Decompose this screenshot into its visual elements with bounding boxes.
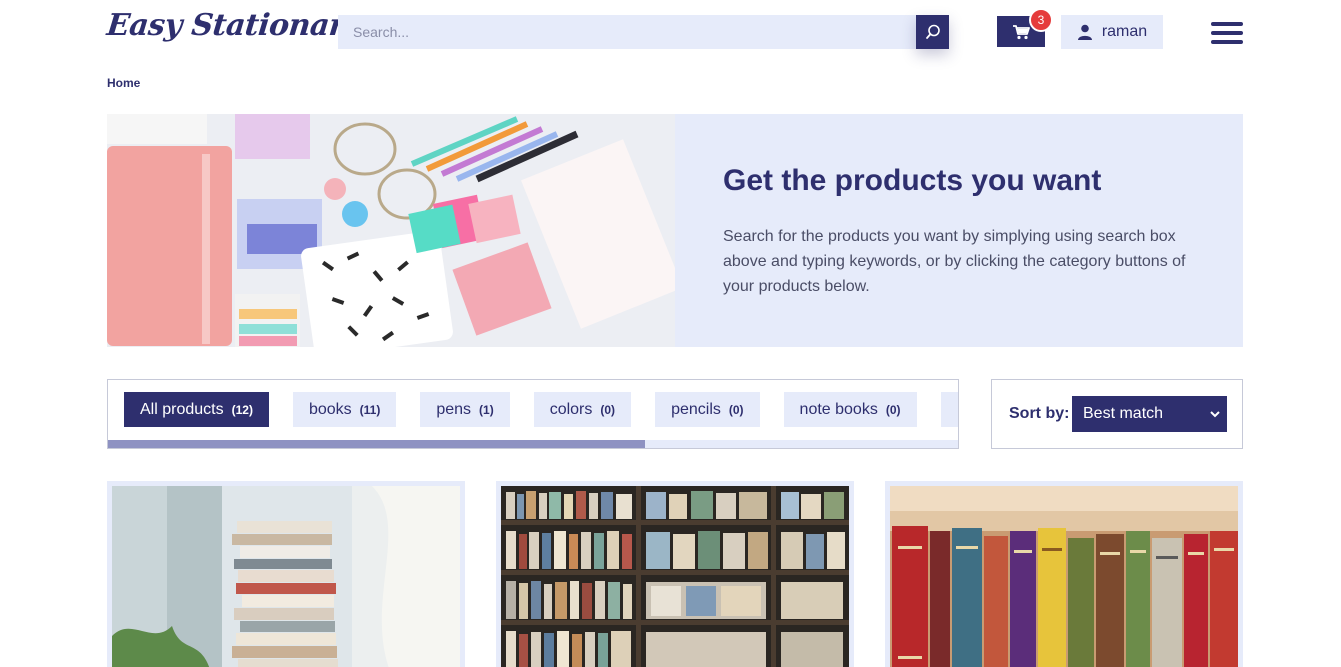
- category-count: (0): [600, 402, 616, 417]
- product-card[interactable]: [885, 481, 1243, 667]
- sort-select[interactable]: Best match: [1072, 396, 1227, 432]
- category-list: All products (12) books (11) pens (1) co…: [124, 392, 958, 427]
- category-all-products[interactable]: All products (12): [124, 392, 269, 427]
- user-account-button[interactable]: raman: [1061, 15, 1163, 49]
- category-filter-bar: All products (12) books (11) pens (1) co…: [107, 379, 959, 449]
- category-pencils[interactable]: pencils (0): [655, 392, 760, 427]
- hero-stationery-image: [107, 114, 675, 347]
- sort-panel: Sort by: Best match: [991, 379, 1243, 449]
- category-label: pencils: [671, 400, 721, 418]
- category-count: (12): [231, 402, 253, 417]
- category-count: (1): [479, 402, 494, 417]
- breadcrumb-home[interactable]: Home: [107, 76, 140, 90]
- sort-label: Sort by:: [1009, 405, 1070, 422]
- category-count: (0): [728, 402, 744, 417]
- category-more[interactable]: [940, 392, 958, 427]
- category-count: (11): [359, 402, 381, 417]
- search-button[interactable]: [916, 15, 949, 49]
- search-input[interactable]: [338, 15, 916, 49]
- search-bar: [338, 15, 949, 49]
- product-image-bookstore-shelves: [501, 486, 849, 667]
- category-count: (0): [885, 402, 901, 417]
- hero-description: Search for the products you want by simp…: [723, 228, 1186, 295]
- brand-logo[interactable]: Easy Stationary: [105, 8, 363, 43]
- product-image-colorful-book-spines: [890, 486, 1238, 667]
- category-label: colors: [549, 400, 593, 418]
- category-note-books[interactable]: note books (0): [783, 392, 917, 427]
- category-colors[interactable]: colors (0): [533, 392, 632, 427]
- sort-selected-value: Best match: [1083, 405, 1164, 422]
- category-books[interactable]: books (11): [292, 392, 397, 427]
- user-name: raman: [1101, 23, 1148, 40]
- cart-count-badge: 3: [1029, 8, 1053, 32]
- category-pens[interactable]: pens (1): [420, 392, 510, 427]
- hero-banner: Get the products you want Search for the…: [107, 114, 1243, 347]
- category-label: books: [308, 400, 352, 418]
- user-icon: [1077, 24, 1092, 40]
- category-label: pens: [436, 400, 472, 418]
- search-icon: [925, 24, 940, 39]
- product-card[interactable]: [107, 481, 465, 667]
- category-label: All products: [140, 400, 224, 418]
- product-image-stacked-books: [112, 486, 460, 667]
- category-label: note books: [799, 400, 878, 418]
- chevron-down-icon: [1210, 411, 1220, 418]
- hero-title: Get the products you want: [723, 164, 1102, 197]
- hamburger-menu-icon[interactable]: [1211, 22, 1243, 44]
- category-scrollbar-thumb[interactable]: [108, 440, 645, 448]
- cart-icon: [1013, 24, 1030, 39]
- product-card[interactable]: [496, 481, 854, 667]
